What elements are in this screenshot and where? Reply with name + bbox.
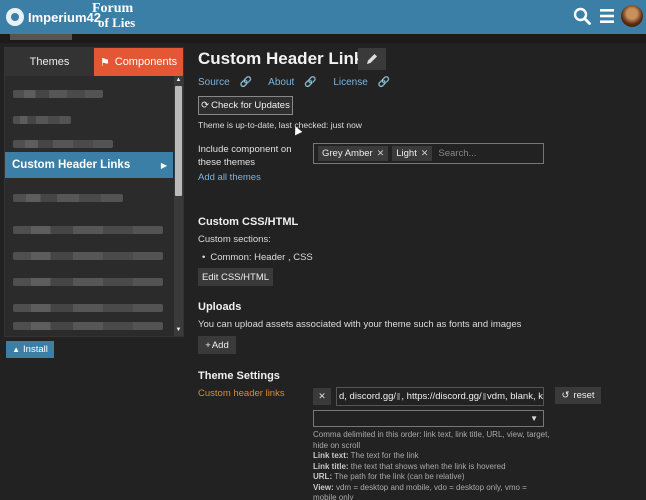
include-themes-label: Include component on these themes xyxy=(198,144,292,168)
header-subbar xyxy=(0,34,646,43)
theme-chip-label: Light xyxy=(396,148,417,159)
redacted-block xyxy=(397,393,401,400)
value-text: , https://discord.gg/ xyxy=(401,391,482,402)
sidebar-scrollbar[interactable]: ▲ ▼ xyxy=(174,76,183,336)
custom-header-links-value-input[interactable]: d, discord.gg/ , https://discord.gg/ vdm,… xyxy=(336,387,544,406)
forum-of-lies-logo[interactable]: Forum of Lies xyxy=(92,2,146,32)
site-header: Imperium42 Forum of Lies xyxy=(0,0,646,34)
reset-label: reset xyxy=(573,390,595,401)
add-upload-label: Add xyxy=(211,339,229,351)
source-link[interactable]: Source 🔗 xyxy=(198,77,259,88)
value-text: vdm, blank, k xyxy=(487,391,543,402)
help-link-title: the text that shows when the link is hov… xyxy=(350,461,506,471)
components-sidebar: Themes ⚑ Components Custom Header Links … xyxy=(4,47,184,337)
help-order: Comma delimited in this order: link text… xyxy=(313,430,550,450)
component-links: Source 🔗 About 🔗 License 🔗 xyxy=(198,77,404,88)
custom-sections-label: Custom sections: xyxy=(198,234,271,245)
link-icon: 🔗 xyxy=(377,77,391,88)
close-icon: ✕ xyxy=(318,391,326,401)
remove-chip-icon[interactable]: ✕ xyxy=(421,148,429,159)
tab-themes-label: Themes xyxy=(29,56,70,68)
setting-help-text: Comma delimited in this order: link text… xyxy=(313,430,551,500)
install-button[interactable]: ▲ Install xyxy=(6,341,54,358)
search-icon[interactable] xyxy=(573,7,591,25)
refresh-icon: ⟳ xyxy=(201,100,210,111)
page-title: Custom Header Links xyxy=(198,49,373,68)
update-status: Theme is up-to-date, last checked: just … xyxy=(198,120,362,130)
imperium42-logo-icon xyxy=(6,8,24,26)
theme-chip[interactable]: Light ✕ xyxy=(392,146,433,161)
caret-right-icon: ▶ xyxy=(160,160,167,170)
uploads-heading: Uploads xyxy=(198,301,242,313)
upload-icon: ▲ xyxy=(12,345,21,354)
scrollbar-thumb[interactable] xyxy=(175,86,182,196)
install-button-label: Install xyxy=(23,344,48,355)
value-text: d, discord.gg/ xyxy=(339,391,397,402)
edit-name-button[interactable] xyxy=(358,48,386,70)
check-for-updates-button[interactable]: ⟳ Check for Updates xyxy=(198,96,293,115)
hamburger-menu-icon[interactable] xyxy=(599,7,615,25)
chevron-down-icon: ▼ xyxy=(530,414,538,423)
help-link-text: The text for the link xyxy=(350,451,419,460)
link-icon: 🔗 xyxy=(304,77,317,88)
remove-value-button[interactable]: ✕ xyxy=(313,388,331,405)
tab-themes[interactable]: Themes xyxy=(5,48,94,76)
scroll-down-icon[interactable]: ▼ xyxy=(174,326,183,335)
theme-chip-label: Grey Amber xyxy=(322,148,373,159)
tab-components[interactable]: ⚑ Components xyxy=(94,48,183,76)
undo-icon: ↺ xyxy=(561,390,570,401)
sidebar-item-label: Custom Header Links xyxy=(12,159,131,171)
add-value-select[interactable]: ▼ xyxy=(313,410,544,427)
help-link-text-label: Link text: xyxy=(313,451,349,460)
help-url: The path for the link (can be relative) xyxy=(334,472,465,481)
sidebar-item-blurred[interactable] xyxy=(5,182,173,214)
remove-chip-icon[interactable]: ✕ xyxy=(377,148,385,159)
themes-search-input[interactable]: Search... xyxy=(438,148,476,159)
header-subbar-tab[interactable] xyxy=(10,34,72,40)
theme-chip[interactable]: Grey Amber ✕ xyxy=(318,146,389,161)
sidebar-item-custom-header-links[interactable]: Custom Header Links ▶ xyxy=(5,152,173,178)
puzzle-icon: ⚑ xyxy=(99,56,110,69)
add-upload-button[interactable]: + Add xyxy=(198,336,236,354)
edit-css-html-label: Edit CSS/HTML xyxy=(201,271,270,283)
setting-label-custom-header-links: Custom header links xyxy=(198,388,285,399)
pencil-icon xyxy=(367,54,377,64)
add-all-themes-link[interactable]: Add all themes xyxy=(198,172,261,183)
check-for-updates-label: Check for Updates xyxy=(211,100,290,111)
edit-css-html-button[interactable]: Edit CSS/HTML xyxy=(198,268,273,286)
help-url-label: URL: xyxy=(313,472,333,481)
forum-of-lies-logo-top: Forum xyxy=(92,1,134,16)
imperium42-logo[interactable]: Imperium42 xyxy=(6,8,101,26)
imperium42-logo-text: Imperium42 xyxy=(28,9,101,25)
reset-setting-button[interactable]: ↺ reset xyxy=(555,387,601,404)
themes-multiselect[interactable]: Grey Amber ✕ Light ✕ Search... xyxy=(313,143,544,164)
scroll-up-icon[interactable]: ▲ xyxy=(174,76,183,85)
license-link[interactable]: License 🔗 xyxy=(333,77,397,88)
help-link-title-label: Link title: xyxy=(313,461,349,471)
redacted-block xyxy=(482,393,487,400)
tab-components-label: Components xyxy=(114,56,178,68)
theme-settings-heading: Theme Settings xyxy=(198,370,280,382)
uploads-description: You can upload assets associated with yo… xyxy=(198,319,522,330)
about-link[interactable]: About 🔗 xyxy=(268,77,323,88)
help-view: vdm = desktop and mobile, vdo = desktop … xyxy=(313,482,527,500)
custom-css-heading: Custom CSS/HTML xyxy=(198,216,299,228)
user-avatar[interactable] xyxy=(621,5,643,27)
plus-icon: + xyxy=(205,339,211,351)
custom-sections-item: Common: Header , CSS xyxy=(202,252,312,263)
forum-of-lies-logo-bottom: of Lies xyxy=(98,15,136,30)
sidebar-item-blurred[interactable] xyxy=(5,310,173,342)
link-icon: 🔗 xyxy=(239,77,252,88)
help-view-label: View: xyxy=(313,482,334,492)
